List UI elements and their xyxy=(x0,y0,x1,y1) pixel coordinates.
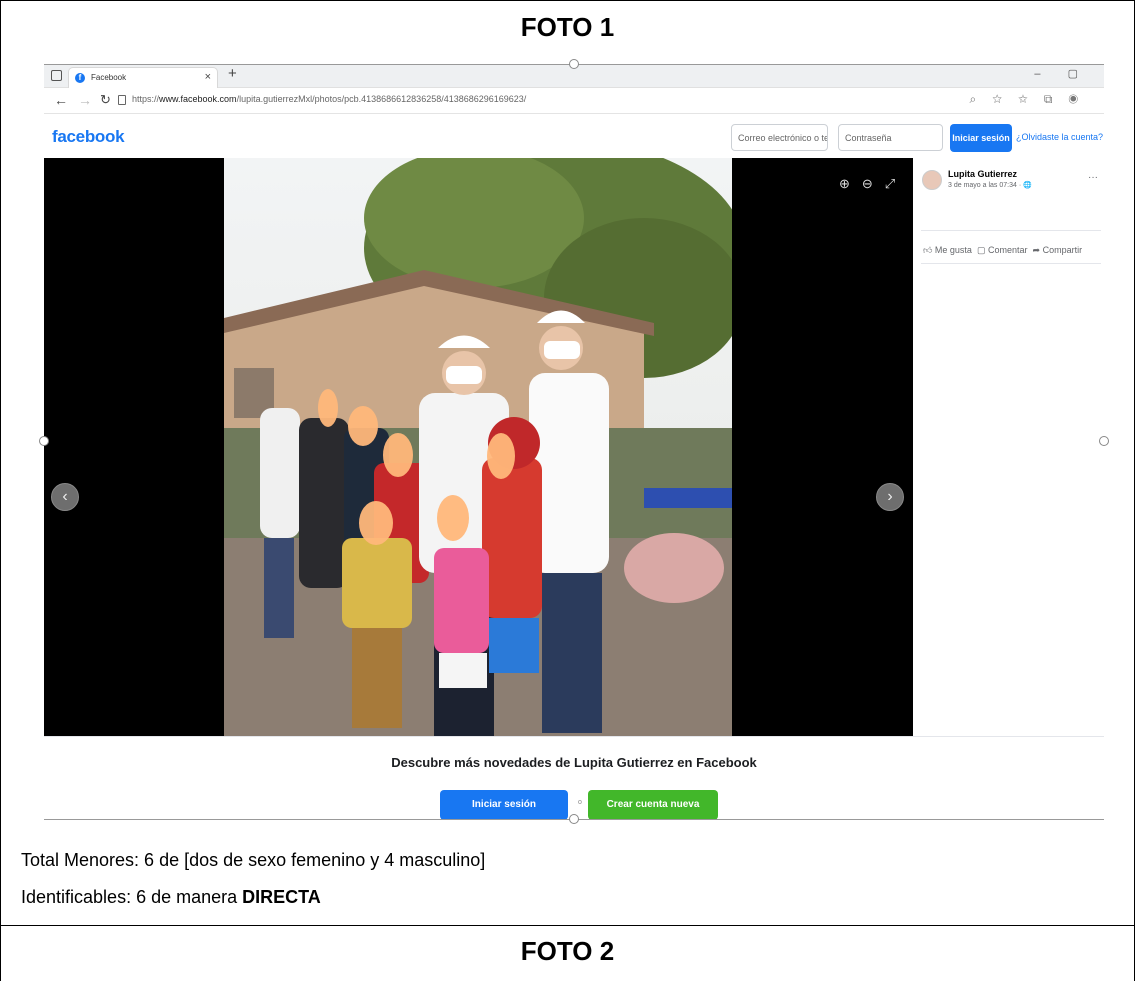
tab-close-icon[interactable]: × xyxy=(205,71,211,83)
discover-more-banner: Descubre más novedades de Lupita Gutierr… xyxy=(44,736,1104,819)
more-options-icon[interactable]: ··· xyxy=(1088,172,1098,183)
post-timestamp[interactable]: 3 de mayo a las 07:34 · 🌐 xyxy=(948,181,1032,189)
blurred-face xyxy=(487,433,515,479)
url-path: /lupita.gutierrezMxl/photos/pcb.41386866… xyxy=(236,94,527,104)
login-button[interactable]: Iniciar sesión xyxy=(950,124,1012,152)
resize-handle[interactable] xyxy=(569,814,579,824)
facebook-logo[interactable]: facebook xyxy=(52,127,125,147)
identifiable-text: Identificables: 6 de manera DIRECTA xyxy=(21,887,321,908)
comment-button[interactable]: Comentar xyxy=(988,245,1028,255)
post-author-name[interactable]: Lupita Gutierrez xyxy=(948,169,1017,179)
browser-tab[interactable]: f Facebook × xyxy=(68,67,218,88)
zoom-controls-icon[interactable]: ⊕⊖⤢ xyxy=(839,176,907,192)
share-button[interactable]: Compartir xyxy=(1043,245,1083,255)
or-separator: o xyxy=(578,799,582,806)
resize-handle[interactable] xyxy=(1099,436,1109,446)
like-icon[interactable]: 👍︎ xyxy=(923,245,932,255)
like-button[interactable]: Me gusta xyxy=(935,245,972,255)
banner-login-button[interactable]: Iniciar sesión xyxy=(440,790,568,819)
facebook-favicon-icon: f xyxy=(75,73,85,83)
next-photo-button[interactable]: › xyxy=(876,483,904,511)
comment-icon[interactable]: ▢ xyxy=(977,245,986,255)
tab-title: Facebook xyxy=(91,73,127,82)
identifiable-bold: DIRECTA xyxy=(242,887,321,907)
post-side-panel: Lupita Gutierrez 3 de mayo a las 07:34 ·… xyxy=(913,158,1104,736)
blurred-face xyxy=(383,433,413,477)
forgot-account-link[interactable]: ¿Olvidaste la cuenta? xyxy=(1016,132,1103,142)
reload-icon[interactable]: ↻ xyxy=(100,92,111,108)
foto-2-title: FOTO 2 xyxy=(520,936,615,966)
total-minors-text: Total Menores: 6 de [dos de sexo femenin… xyxy=(21,850,486,870)
previous-photo-button[interactable]: ‹ xyxy=(51,483,79,511)
back-icon[interactable]: ← xyxy=(54,92,68,108)
post-photo xyxy=(224,158,732,736)
new-tab-button[interactable]: + xyxy=(228,65,237,82)
share-icon[interactable]: ➦ xyxy=(1033,245,1041,255)
blurred-face xyxy=(348,406,378,446)
facebook-header: facebook Correo electrónico o telé Contr… xyxy=(44,122,1104,156)
window-controls[interactable]: – ▢ xyxy=(1034,67,1090,80)
resize-handle[interactable] xyxy=(569,59,579,69)
document-table: FOTO 1 f Facebook × + – ▢ ← → ↻ https://… xyxy=(0,0,1135,981)
address-bar-icons[interactable]: ⌕☆✩⧉◉ xyxy=(970,92,1094,107)
sidebar-toggle-icon[interactable] xyxy=(51,70,62,81)
table-top-border xyxy=(1,0,1134,1)
password-field[interactable]: Contraseña xyxy=(838,124,943,151)
resize-handle[interactable] xyxy=(39,436,49,446)
blurred-face xyxy=(318,389,338,427)
url-field[interactable]: https://www.facebook.com/lupita.gutierre… xyxy=(132,94,526,104)
photo-image xyxy=(224,158,732,736)
discover-text: Descubre más novedades de Lupita Gutierr… xyxy=(391,755,757,770)
email-field[interactable]: Correo electrónico o telé xyxy=(731,124,828,151)
create-account-button[interactable]: Crear cuenta nueva xyxy=(588,790,718,819)
author-avatar[interactable] xyxy=(922,170,942,190)
foto-1-title: FOTO 1 xyxy=(520,12,615,42)
divider xyxy=(921,230,1101,231)
divider xyxy=(921,263,1101,264)
blurred-face xyxy=(437,495,469,541)
site-info-icon[interactable] xyxy=(118,95,126,105)
identifiable-prefix: Identificables: 6 de manera xyxy=(21,887,243,907)
url-prefix: https:// xyxy=(132,94,160,104)
forward-icon[interactable]: → xyxy=(78,92,92,108)
post-actions: 👍︎ Me gusta ▢ Comentar ➦ Compartir xyxy=(923,245,1082,256)
url-host: www.facebook.com xyxy=(159,94,237,104)
address-bar: ← → ↻ https://www.facebook.com/lupita.gu… xyxy=(44,88,1104,114)
blurred-face xyxy=(359,501,393,545)
table-row-divider xyxy=(1,925,1134,926)
photo-viewer: ⊕⊖⤢ ‹ › xyxy=(44,158,913,736)
embedded-screenshot: f Facebook × + – ▢ ← → ↻ https://www.fac… xyxy=(44,64,1104,819)
